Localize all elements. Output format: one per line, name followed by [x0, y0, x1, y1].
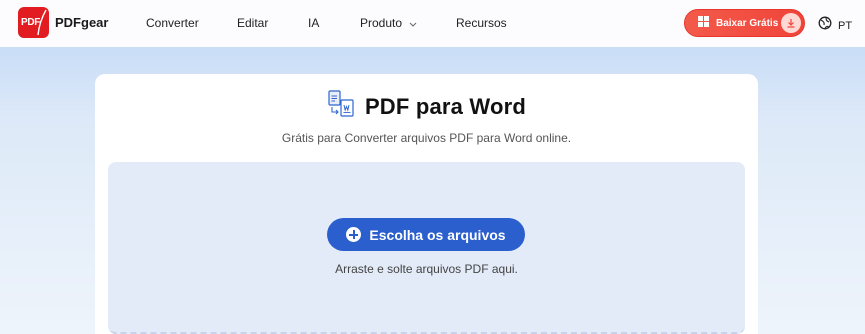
windows-icon	[698, 14, 709, 32]
nav-item-produto[interactable]: Produto	[360, 16, 417, 30]
download-free-button[interactable]: Baixar Grátis	[684, 9, 805, 37]
nav-item-ia[interactable]: IA	[308, 16, 319, 30]
globe-icon	[818, 16, 832, 35]
nav-item-label: Converter	[146, 16, 199, 30]
nav-item-label: Produto	[360, 16, 403, 30]
converter-card: PDF para Word Grátis para Converter arqu…	[95, 74, 758, 334]
nav-item-editar[interactable]: Editar	[237, 16, 268, 30]
file-dropzone[interactable]: Escolha os arquivos Arraste e solte arqu…	[108, 162, 745, 334]
nav-item-label: Editar	[237, 16, 269, 30]
nav-item-label: IA	[308, 16, 320, 30]
pdfgear-logo[interactable]: PDF PDFgear	[18, 7, 108, 38]
page-title: PDF para Word	[364, 93, 527, 119]
brand-name: PDFgear	[55, 15, 109, 30]
nav-item-label: Recursos	[456, 16, 507, 30]
nav-item-recursos[interactable]: Recursos	[456, 16, 507, 30]
language-label: PT	[838, 19, 853, 32]
choose-files-button[interactable]: Escolha os arquivos	[327, 218, 525, 251]
download-icon	[781, 13, 801, 33]
drop-hint-text: Arraste e solte arquivos PDF aqui.	[335, 262, 518, 276]
choose-files-label: Escolha os arquivos	[369, 226, 506, 243]
plus-circle-icon	[346, 227, 362, 242]
nav-item-converter[interactable]: Converter	[146, 16, 199, 30]
pdf-to-word-icon	[327, 90, 355, 123]
download-button-label: Baixar Grátis	[716, 17, 779, 29]
top-nav-bar: PDF PDFgear Converter Editar IA Produto …	[0, 0, 865, 47]
pdfgear-logo-icon: PDF	[18, 7, 49, 38]
chevron-down-icon	[409, 16, 417, 30]
title-row: PDF para Word	[95, 90, 758, 123]
page-subtitle: Grátis para Converter arquivos PDF para …	[281, 131, 572, 145]
language-selector[interactable]: PT	[818, 16, 852, 35]
